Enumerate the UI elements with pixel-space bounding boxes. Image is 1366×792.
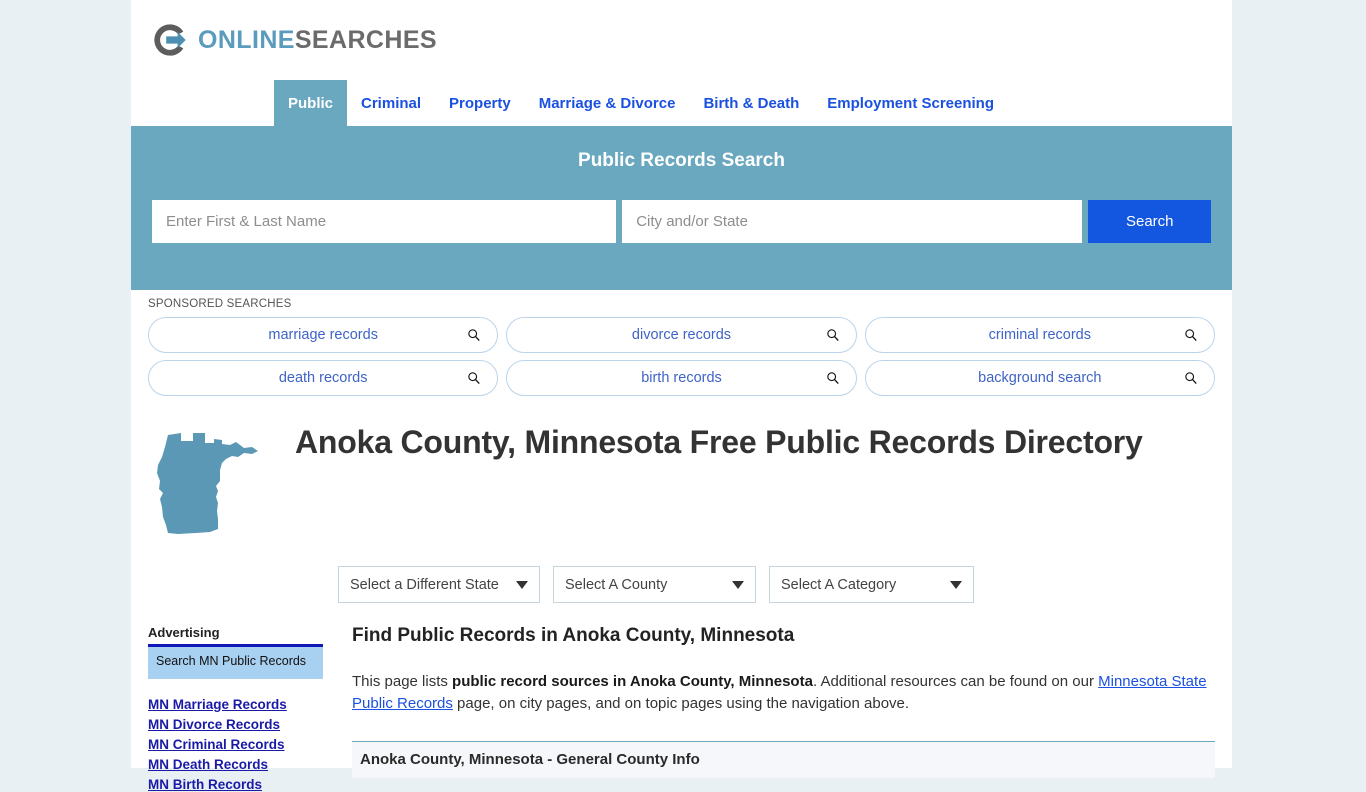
tab-public[interactable]: Public [274, 80, 348, 126]
advertising-label: Advertising [148, 625, 220, 640]
intro-tail-text: page, on city pages, and on topic pages … [452, 695, 910, 713]
sidebar-item-mn-birth-records[interactable]: MN Birth Records [148, 777, 323, 792]
logo-text-online: ONLINE [198, 25, 295, 54]
intro-paragraph: This page lists public record sources in… [352, 671, 1215, 715]
logo-text-searches: SEARCHES [294, 25, 437, 54]
search-button[interactable]: Search [1088, 200, 1211, 243]
sidebar-link-list: MN Marriage Records MN Divorce Records M… [148, 697, 323, 792]
magnifier-icon [1185, 372, 1197, 385]
sponsored-pill-label: marriage records [268, 327, 378, 343]
ad-search-mn-public-records[interactable]: Search MN Public Records [148, 644, 323, 679]
city-state-search-input[interactable] [622, 200, 1083, 243]
sponsored-pill-label: birth records [641, 370, 722, 386]
magnifier-icon [826, 372, 839, 385]
site-logo-link[interactable]: ONLINESEARCHES [151, 21, 437, 59]
sponsored-pill-criminal-records[interactable]: criminal records [864, 317, 1215, 353]
section-header-general-county-info: Anoka County, Minnesota - General County… [352, 742, 1215, 779]
sponsored-pill-label: criminal records [988, 327, 1091, 343]
select-category-label: Select A Category [781, 576, 897, 593]
select-state-dropdown[interactable]: Select a Different State [338, 566, 540, 603]
main-navigation: Public Criminal Property Marriage & Divo… [131, 80, 1232, 126]
logo-bar: ONLINESEARCHES [131, 0, 1232, 80]
lower-split: Advertising Search MN Public Records MN … [131, 603, 1232, 792]
page-title: Anoka County, Minnesota Free Public Reco… [295, 424, 1143, 460]
sidebar-item-mn-criminal-records[interactable]: MN Criminal Records [148, 737, 323, 752]
sponsored-pill-background-search[interactable]: background search [864, 360, 1215, 396]
main-content: Find Public Records in Anoka County, Min… [323, 625, 1215, 792]
sponsored-pill-birth-records[interactable]: birth records [506, 360, 857, 396]
chevron-down-icon [516, 580, 528, 589]
hero-title: Public Records Search [578, 150, 785, 171]
selector-row: Select a Different State Select A County… [131, 547, 1232, 603]
magnifier-icon [1185, 329, 1197, 342]
tab-employment-screening[interactable]: Employment Screening [813, 80, 1008, 126]
magnifier-icon [468, 372, 481, 385]
sidebar-item-mn-death-records[interactable]: MN Death Records [148, 757, 323, 772]
chevron-down-icon [732, 580, 744, 589]
site-container: ONLINESEARCHES Public Criminal Property … [131, 0, 1232, 792]
chevron-down-icon [950, 580, 962, 589]
name-search-input[interactable] [152, 200, 617, 243]
select-county-dropdown[interactable]: Select A County [553, 566, 756, 603]
page-root: ONLINESEARCHES Public Criminal Property … [0, 0, 1366, 792]
select-state-label: Select a Different State [350, 576, 499, 593]
content-heading: Find Public Records in Anoka County, Min… [352, 625, 795, 646]
logo-text: ONLINESEARCHES [198, 26, 437, 55]
intro-bold-text: public record sources in Anoka County, M… [452, 673, 813, 690]
tab-criminal[interactable]: Criminal [347, 80, 435, 126]
sponsored-pill-marriage-records[interactable]: marriage records [148, 317, 499, 353]
search-form: Search [151, 200, 1212, 243]
sidebar-item-mn-marriage-records[interactable]: MN Marriage Records [148, 697, 323, 712]
intro-lead-text: This page lists [352, 673, 453, 690]
select-county-label: Select A County [565, 576, 668, 593]
magnifier-icon [468, 329, 481, 342]
tab-property[interactable]: Property [435, 80, 525, 126]
sponsored-pill-label: death records [278, 370, 368, 386]
circle-arrow-logo-icon [154, 24, 186, 56]
public-records-search-hero: Public Records Search Search [131, 126, 1232, 290]
select-category-dropdown[interactable]: Select A Category [769, 566, 974, 603]
sponsored-searches-label: SPONSORED SEARCHES [148, 298, 292, 310]
sponsored-row-1: marriage records divorce records crimina… [148, 317, 1215, 353]
sidebar: Advertising Search MN Public Records MN … [148, 625, 323, 792]
minnesota-state-map-icon [157, 433, 258, 534]
intro-mid-text: . Additional resources can be found on o… [812, 673, 1099, 690]
sponsored-pill-divorce-records[interactable]: divorce records [506, 317, 857, 353]
tab-marriage-divorce[interactable]: Marriage & Divorce [525, 80, 690, 126]
sponsored-searches: SPONSORED SEARCHES marriage records divo… [131, 290, 1232, 409]
sponsored-row-2: death records birth records background s… [148, 360, 1215, 396]
magnifier-icon [826, 329, 839, 342]
sponsored-pill-label: divorce records [631, 327, 732, 343]
page-title-block: Anoka County, Minnesota Free Public Reco… [131, 409, 1232, 547]
tab-birth-death[interactable]: Birth & Death [689, 80, 813, 126]
sidebar-item-mn-divorce-records[interactable]: MN Divorce Records [148, 717, 323, 732]
sponsored-pill-label: background search [978, 370, 1102, 386]
sponsored-pill-death-records[interactable]: death records [148, 360, 499, 396]
